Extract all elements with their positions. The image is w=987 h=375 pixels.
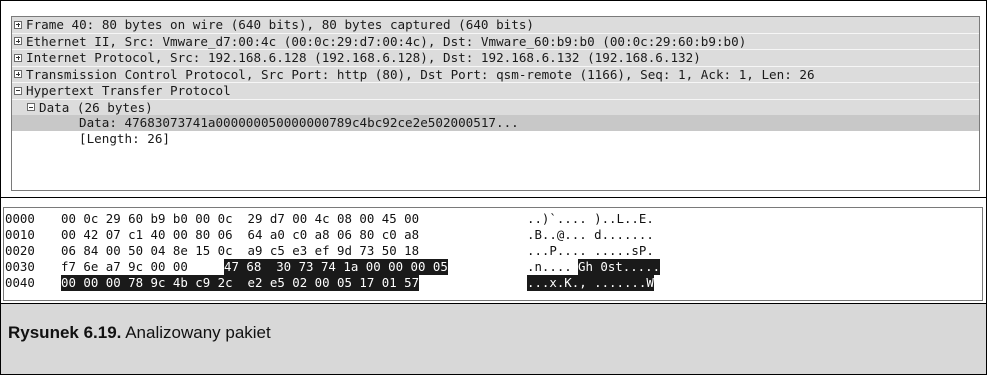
ascii-bytes: .n.... bbox=[527, 259, 572, 274]
hex-dump-box[interactable]: 0000 00 0c 29 60 b9 b0 00 0c 29 d7 00 4c… bbox=[3, 207, 983, 301]
ascii-bytes: .B..@... d....... bbox=[527, 227, 654, 242]
expand-plus-icon[interactable] bbox=[14, 53, 22, 62]
hex-bytes: 00 42 07 c1 40 00 80 06 64 a0 c0 a8 06 8… bbox=[61, 227, 420, 242]
figure-caption-bar: Rysunek 6.19. Analizowany pakiet bbox=[1, 304, 986, 374]
hex-line: 0040 00 00 00 78 9c 4b c9 2c e2 e5 02 00… bbox=[4, 275, 654, 291]
expand-plus-icon[interactable] bbox=[14, 70, 22, 78]
hex-dump-pane: 0000 00 0c 29 60 b9 b0 00 0c 29 d7 00 4c… bbox=[1, 198, 986, 304]
packet-tree[interactable]: Frame 40: 80 bytes on wire (640 bits), 8… bbox=[11, 16, 980, 191]
tree-row-label: [Length: 26] bbox=[79, 130, 170, 146]
tree-row-label: Data: 47683073741a000000050000000789c4bc… bbox=[79, 115, 519, 130]
wireshark-window: Frame 40: 80 bytes on wire (640 bits), 8… bbox=[0, 0, 987, 375]
collapse-minus-icon[interactable] bbox=[14, 86, 22, 95]
tree-row-label: Transmission Control Protocol, Src Port:… bbox=[26, 66, 815, 82]
ascii-bytes: ..)`.... )..L..E. bbox=[527, 211, 654, 226]
tree-row-label: Hypertext Transfer Protocol bbox=[26, 83, 231, 98]
hex-offset: 0000 bbox=[5, 211, 35, 226]
tree-row-tcp[interactable]: Transmission Control Protocol, Src Port:… bbox=[12, 65, 979, 82]
hex-line: 0010 00 42 07 c1 40 00 80 06 64 a0 c0 a8… bbox=[4, 227, 654, 243]
expand-plus-icon[interactable] bbox=[14, 37, 22, 45]
tree-row-ethernet[interactable]: Ethernet II, Src: Vmware_d7:00:4c (00:0c… bbox=[12, 32, 979, 49]
hex-bytes: 00 0c 29 60 b9 b0 00 0c 29 d7 00 4c 08 0… bbox=[61, 211, 420, 226]
tree-row-label: Ethernet II, Src: Vmware_d7:00:4c (00:0c… bbox=[26, 33, 747, 49]
hex-line: 0030 f7 6e a7 9c 00 00 47 68 30 73 74 1a… bbox=[4, 259, 661, 275]
expand-plus-icon[interactable] bbox=[14, 20, 22, 29]
ascii-bytes: ...P.... .....sP. bbox=[527, 243, 654, 258]
ascii-bytes-selected: ...x.K., .......W bbox=[527, 275, 654, 291]
hex-line: 0020 06 84 00 50 04 8e 15 0c a9 c5 e3 ef… bbox=[4, 243, 654, 259]
tree-row-label: Frame 40: 80 bytes on wire (640 bits), 8… bbox=[26, 17, 534, 32]
hex-offset: 0020 bbox=[5, 243, 35, 258]
figure-caption-text: Analizowany pakiet bbox=[125, 323, 271, 342]
tree-row-length[interactable]: [Length: 26] bbox=[12, 130, 979, 146]
hex-bytes: 06 84 00 50 04 8e 15 0c a9 c5 e3 ef 9d 7… bbox=[61, 243, 420, 258]
tree-row-label: Internet Protocol, Src: 192.168.6.128 (1… bbox=[26, 50, 701, 65]
tree-row-data-value[interactable]: Data: 47683073741a000000050000000789c4bc… bbox=[12, 115, 979, 131]
hex-offset: 0030 bbox=[5, 259, 35, 274]
ascii-bytes-selected: Gh 0st..... bbox=[578, 259, 661, 275]
hex-bytes-selected: 47 68 30 73 74 1a 00 00 00 05 bbox=[224, 259, 448, 275]
figure-caption: Rysunek 6.19. Analizowany pakiet bbox=[8, 323, 271, 343]
hex-bytes-selected: 00 00 00 78 9c 4b c9 2c e2 e5 02 00 05 1… bbox=[61, 275, 420, 291]
tree-row-ip[interactable]: Internet Protocol, Src: 192.168.6.128 (1… bbox=[12, 49, 979, 66]
hex-bytes: f7 6e a7 9c 00 00 bbox=[61, 259, 196, 274]
tree-row-frame[interactable]: Frame 40: 80 bytes on wire (640 bits), 8… bbox=[12, 17, 979, 33]
tree-row-http[interactable]: Hypertext Transfer Protocol bbox=[12, 82, 979, 99]
tree-row-label: Data (26 bytes) bbox=[39, 99, 153, 115]
figure-caption-label: Rysunek 6.19. bbox=[8, 323, 122, 342]
hex-line: 0000 00 0c 29 60 b9 b0 00 0c 29 d7 00 4c… bbox=[4, 211, 654, 227]
packet-details-pane: Frame 40: 80 bytes on wire (640 bits), 8… bbox=[1, 1, 986, 198]
hex-offset: 0040 bbox=[5, 275, 35, 290]
collapse-minus-icon[interactable] bbox=[27, 103, 35, 111]
hex-offset: 0010 bbox=[5, 227, 35, 242]
tree-row-data[interactable]: Data (26 bytes) bbox=[12, 98, 979, 115]
